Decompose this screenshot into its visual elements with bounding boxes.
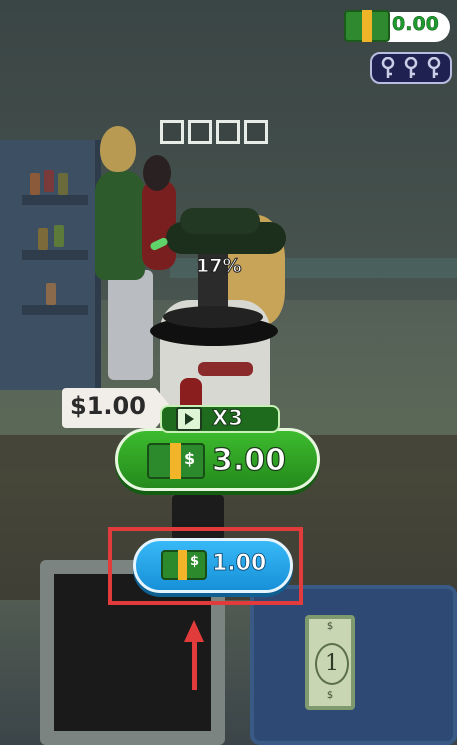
shelf-row — [22, 305, 88, 315]
money-value: 0.00 — [392, 13, 439, 36]
cash-icon-band — [170, 443, 181, 479]
bonsai-pot — [163, 306, 263, 328]
tutorial-arrow-shaft — [192, 638, 197, 690]
multiplier-text: X3 — [212, 406, 244, 431]
shelf-product — [38, 228, 48, 250]
progress-slot — [216, 120, 240, 144]
game-scene: $1.00 17% $ 1 $ 0.00 X3 $ 3.00 $ 1.00 — [0, 0, 457, 745]
progress-slot — [188, 120, 212, 144]
progress-slot — [244, 120, 268, 144]
shelf-product — [54, 225, 64, 247]
progress-slot — [160, 120, 184, 144]
cash-icon-band — [362, 10, 372, 42]
keys-panel — [370, 52, 452, 84]
dollar-sign: $ — [326, 621, 334, 632]
bonus-amount: 3.00 — [211, 442, 287, 478]
collect-amount: 1.00 — [212, 551, 267, 577]
dollar-sign: $ — [190, 554, 200, 569]
play-icon — [185, 413, 194, 425]
bill-number: 1 — [315, 643, 349, 685]
key-icon — [404, 57, 418, 78]
key-icon — [381, 57, 394, 78]
key-icon — [428, 57, 441, 78]
shelf-product — [30, 173, 40, 195]
customer-head — [100, 126, 136, 172]
cashier-belt — [198, 362, 253, 376]
shelf-product — [58, 173, 68, 195]
dollar-sign: $ — [326, 690, 334, 701]
customer-head — [143, 155, 171, 191]
item-progress-percent: 17% — [195, 255, 242, 278]
shelf-product — [46, 283, 56, 305]
shelf-product — [44, 170, 54, 192]
price-tag-text: $1.00 — [70, 392, 146, 420]
shelf-row — [22, 195, 88, 205]
bonsai-foliage — [180, 208, 260, 234]
cash-icon-band — [178, 550, 187, 580]
customer-legs — [108, 270, 153, 380]
shelf-row — [22, 250, 88, 260]
dollar-sign: $ — [184, 449, 196, 468]
progress-slots — [160, 120, 268, 144]
customer-body — [95, 170, 145, 280]
